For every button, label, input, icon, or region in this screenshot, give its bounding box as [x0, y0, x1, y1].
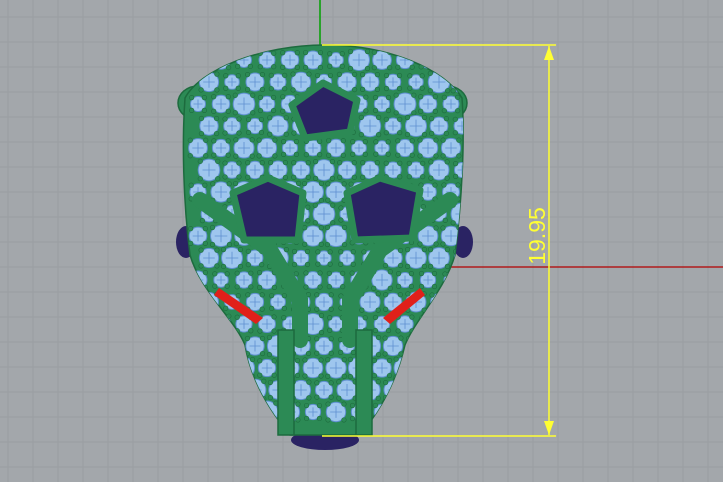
pave-stone [198, 247, 220, 269]
pave-stone [441, 94, 461, 114]
pave-stone [314, 380, 334, 400]
left-eye-gem[interactable] [229, 174, 307, 244]
pave-stone [211, 138, 231, 158]
pave-stone [371, 357, 393, 379]
pave-stone [336, 379, 358, 401]
pave-stone [383, 116, 403, 136]
pave-stone [222, 116, 242, 136]
pave-stone [245, 116, 265, 136]
viewport-canvas[interactable]: 19.95 [0, 0, 723, 482]
nose-bridge-left [277, 329, 295, 436]
pave-stone [211, 94, 231, 114]
pave-stone [396, 271, 414, 289]
pave-stone [440, 137, 462, 159]
right-eye-gem[interactable] [343, 174, 424, 244]
pave-stone [291, 248, 311, 268]
pave-stone [212, 271, 230, 289]
pave-stone [312, 202, 336, 226]
pave-stone [291, 160, 311, 180]
pave-stone [429, 116, 449, 136]
pave-stone [245, 160, 265, 180]
pave-stone [233, 137, 255, 159]
pave-stone [303, 402, 323, 422]
pave-stone [324, 224, 348, 248]
pave-stone [302, 49, 324, 71]
pave-stone [404, 114, 428, 138]
pave-stone [325, 181, 347, 203]
pave-stone [406, 160, 426, 180]
pave-stone [257, 94, 277, 114]
pave-stone [405, 247, 427, 269]
pave-stone [327, 51, 345, 69]
pave-stone [269, 293, 287, 311]
pave-stone [338, 249, 356, 267]
pave-stone [198, 115, 220, 137]
pave-stone [257, 50, 277, 70]
pave-stone [407, 73, 425, 91]
nose-bridge-right [355, 329, 373, 436]
pave-stone [280, 50, 300, 70]
pave-stone [418, 270, 438, 290]
pave-stone [244, 71, 266, 93]
pave-stone [326, 138, 346, 158]
pave-stone [395, 314, 415, 334]
pave-stone [418, 94, 438, 114]
pave-stone [268, 72, 288, 92]
pave-stone [358, 114, 382, 138]
pave-stone [327, 315, 345, 333]
pave-stone [232, 92, 256, 116]
pave-stone [220, 246, 244, 270]
pave-stone [315, 249, 333, 267]
pave-stone [223, 73, 241, 91]
pave-stone [428, 247, 450, 269]
pave-stone [303, 138, 323, 158]
pave-stone [326, 270, 346, 290]
pave-stone [314, 336, 334, 356]
rhino-top-viewport[interactable]: 19.95 [0, 0, 723, 482]
pave-stone [383, 160, 403, 180]
pave-stone [314, 292, 334, 312]
pave-stone [222, 160, 242, 180]
dimension-value[interactable]: 19.95 [524, 207, 550, 265]
pave-stone [325, 357, 347, 379]
pave-stone [256, 137, 278, 159]
pave-stone [359, 291, 381, 313]
pave-stone [244, 335, 266, 357]
pave-stone [267, 115, 289, 137]
pave-stone [303, 270, 323, 290]
pave-stone [337, 160, 357, 180]
pave-stone [417, 137, 439, 159]
pave-stone [372, 94, 392, 114]
pave-stone [350, 139, 368, 157]
pave-stone [373, 139, 391, 157]
pave-stone [234, 270, 254, 290]
pave-stone [257, 358, 277, 378]
pave-stone [210, 181, 232, 203]
pave-stone [383, 72, 403, 92]
pave-stone [197, 158, 221, 182]
pave-stone [382, 335, 404, 357]
pave-stone [393, 92, 417, 116]
pave-stone [187, 137, 209, 159]
pave-stone [395, 138, 415, 158]
pave-stone [325, 401, 347, 423]
pave-stone [302, 225, 324, 247]
pave-stone [360, 72, 380, 92]
pave-stone [347, 48, 371, 72]
pave-stone [281, 139, 299, 157]
pave-stone [257, 270, 277, 290]
pave-stone [313, 159, 335, 181]
pave-stone [428, 159, 450, 181]
pave-stone [189, 95, 207, 113]
pave-stone [302, 357, 324, 379]
pave-stone [188, 226, 208, 246]
pave-stone [290, 71, 312, 93]
